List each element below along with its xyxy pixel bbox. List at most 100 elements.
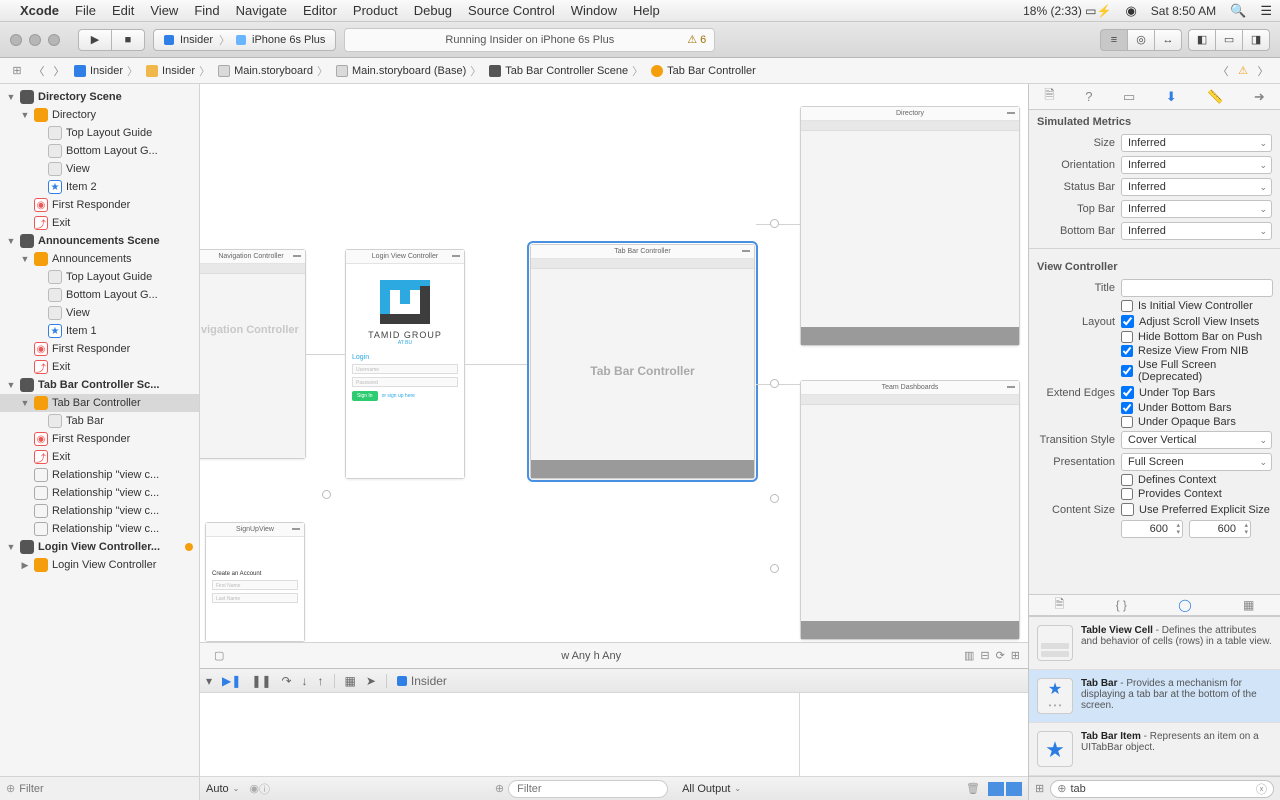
exit-row[interactable]: ⤴Exit: [0, 358, 199, 376]
file-inspector-tab[interactable]: 🗎: [1044, 86, 1054, 108]
step-over-button[interactable]: ↷: [281, 674, 291, 688]
debug-panes-toggle[interactable]: [988, 782, 1022, 796]
library-item[interactable]: Table View Cell - Defines the attributes…: [1029, 617, 1280, 670]
clear-console-icon[interactable]: 🗑: [966, 782, 980, 795]
menu-help[interactable]: Help: [633, 3, 660, 18]
issue-indicator-icon[interactable]: ⚠: [1238, 64, 1248, 77]
media-library-tab[interactable]: ▦: [1243, 598, 1254, 612]
scene-header[interactable]: ▼Tab Bar Controller Sc...: [0, 376, 199, 394]
storyboard-canvas[interactable]: Navigation Controller vigation Controlle…: [200, 84, 1028, 642]
scene-directory[interactable]: Directory: [800, 106, 1020, 346]
clock[interactable]: Sat 8:50 AM: [1151, 4, 1216, 18]
step-into-button[interactable]: ↓: [302, 674, 308, 688]
identity-inspector-tab[interactable]: ▭: [1123, 89, 1135, 105]
content-height-input[interactable]: 600▴▾: [1189, 520, 1251, 538]
crumb-controller[interactable]: Tab Bar Controller: [649, 65, 758, 77]
continue-button[interactable]: ▶❚: [222, 674, 241, 688]
scene-header[interactable]: ▼Announcements Scene: [0, 232, 199, 250]
tabbar-row[interactable]: Tab Bar: [0, 412, 199, 430]
library-item[interactable]: ★ Tab Bar Item - Represents an item on a…: [1029, 723, 1280, 776]
resolve-icon[interactable]: ⟳: [996, 649, 1005, 662]
first-responder-row[interactable]: ◉First Responder: [0, 340, 199, 358]
tab-bar-preview[interactable]: [801, 621, 1019, 639]
size-select[interactable]: Inferred⌄: [1121, 134, 1272, 152]
resize-icon[interactable]: ⊞: [1011, 649, 1020, 662]
toggle-navigator-button[interactable]: ◧: [1188, 29, 1216, 51]
crumb-project[interactable]: Insider〉: [72, 63, 140, 79]
wifi-icon[interactable]: ◉: [1125, 3, 1136, 19]
presentation-select[interactable]: Full Screen⌄: [1121, 453, 1272, 471]
vc-row[interactable]: ▼Announcements: [0, 250, 199, 268]
scheme-selector[interactable]: Insider 〉 iPhone 6s Plus: [153, 29, 336, 51]
menu-editor[interactable]: Editor: [303, 3, 337, 18]
notification-center-icon[interactable]: ☰: [1260, 3, 1272, 19]
menu-source-control[interactable]: Source Control: [468, 3, 555, 18]
file-template-tab[interactable]: 🗎: [1055, 595, 1065, 616]
pause-button[interactable]: ❚❚: [251, 674, 271, 688]
resize-nib-checkbox[interactable]: [1121, 345, 1133, 357]
relationship-row[interactable]: Relationship "view c...: [0, 484, 199, 502]
view-row[interactable]: View: [0, 304, 199, 322]
menu-edit[interactable]: Edit: [112, 3, 134, 18]
scene-tab-bar-controller[interactable]: Tab Bar Controller Tab Bar Controller: [530, 244, 755, 479]
menu-product[interactable]: Product: [353, 3, 398, 18]
stop-button[interactable]: ■: [111, 29, 145, 51]
battery-status[interactable]: 18% (2:33) ▭⚡: [1023, 4, 1111, 18]
crumb-base[interactable]: Main.storyboard (Base)〉: [334, 63, 483, 79]
activity-view[interactable]: Running Insider on iPhone 6s Plus ⚠ 6: [344, 28, 715, 52]
toggle-debug-button[interactable]: ▭: [1215, 29, 1243, 51]
signin-button[interactable]: Sign In: [352, 391, 378, 401]
debug-menu-icon[interactable]: ▾: [206, 674, 212, 688]
attributes-inspector-tab[interactable]: ⬇: [1166, 89, 1177, 105]
layout-guide[interactable]: Bottom Layout G...: [0, 142, 199, 160]
connections-inspector-tab[interactable]: ➜: [1254, 89, 1265, 105]
size-class-control[interactable]: w Any h Any: [224, 650, 958, 662]
align-icon[interactable]: ▥: [964, 649, 974, 662]
username-field[interactable]: Username: [352, 364, 458, 374]
relationship-row[interactable]: Relationship "view c...: [0, 466, 199, 484]
provides-context-checkbox[interactable]: [1121, 488, 1133, 500]
grid-view-icon[interactable]: ⊞: [1035, 782, 1044, 795]
password-field[interactable]: Password: [352, 377, 458, 387]
crumb-scene[interactable]: Tab Bar Controller Scene〉: [487, 63, 645, 79]
preferred-explicit-checkbox[interactable]: [1121, 503, 1134, 516]
process-selector[interactable]: Insider: [397, 674, 447, 688]
app-menu[interactable]: Xcode: [20, 3, 59, 18]
run-button[interactable]: ▶: [78, 29, 112, 51]
object-library-tab[interactable]: ◯: [1178, 598, 1191, 612]
debug-view-button[interactable]: ▦: [345, 674, 356, 688]
prev-issue-button[interactable]: 〈: [1214, 63, 1232, 79]
spotlight-icon[interactable]: 🔍: [1230, 3, 1246, 19]
vc-row[interactable]: ▼Tab Bar Controller: [0, 394, 199, 412]
console-output-select[interactable]: All Output ⌄: [682, 783, 741, 795]
scene-header[interactable]: ▼Directory Scene: [0, 88, 199, 106]
vc-row[interactable]: ▼Directory: [0, 106, 199, 124]
library-filter-input[interactable]: ⊕ tab ⓧ: [1050, 780, 1274, 798]
view-row[interactable]: View: [0, 160, 199, 178]
editor-version-button[interactable]: ↔: [1154, 29, 1182, 51]
menu-file[interactable]: File: [75, 3, 96, 18]
quick-help-tab[interactable]: ?: [1085, 89, 1092, 104]
toggle-inspector-button[interactable]: ◨: [1242, 29, 1270, 51]
under-bottom-checkbox[interactable]: [1121, 402, 1133, 414]
issue-count[interactable]: ⚠ 6: [687, 33, 706, 46]
adjust-insets-checkbox[interactable]: [1121, 315, 1134, 328]
scene-header[interactable]: ▼Login View Controller...: [0, 538, 199, 556]
related-items-icon[interactable]: ⊞: [8, 64, 26, 77]
window-controls[interactable]: [10, 34, 60, 46]
clear-filter-icon[interactable]: ⓧ: [1256, 781, 1267, 797]
size-inspector-tab[interactable]: 📏: [1207, 89, 1223, 105]
menu-find[interactable]: Find: [194, 3, 219, 18]
menu-window[interactable]: Window: [571, 3, 617, 18]
under-opaque-checkbox[interactable]: [1121, 416, 1133, 428]
variables-filter-input[interactable]: [508, 780, 668, 798]
next-issue-button[interactable]: 〉: [1254, 63, 1272, 79]
first-responder-row[interactable]: ◉First Responder: [0, 430, 199, 448]
initial-vc-checkbox[interactable]: [1121, 300, 1133, 312]
under-top-checkbox[interactable]: [1121, 386, 1134, 399]
step-out-button[interactable]: ↑: [318, 674, 324, 688]
scene-login[interactable]: Login View Controller TAMID GROUPAT BU L…: [345, 249, 465, 479]
crumb-group[interactable]: Insider〉: [144, 63, 212, 79]
editor-assistant-button[interactable]: ◎: [1127, 29, 1155, 51]
orientation-select[interactable]: Inferred⌄: [1121, 156, 1272, 174]
